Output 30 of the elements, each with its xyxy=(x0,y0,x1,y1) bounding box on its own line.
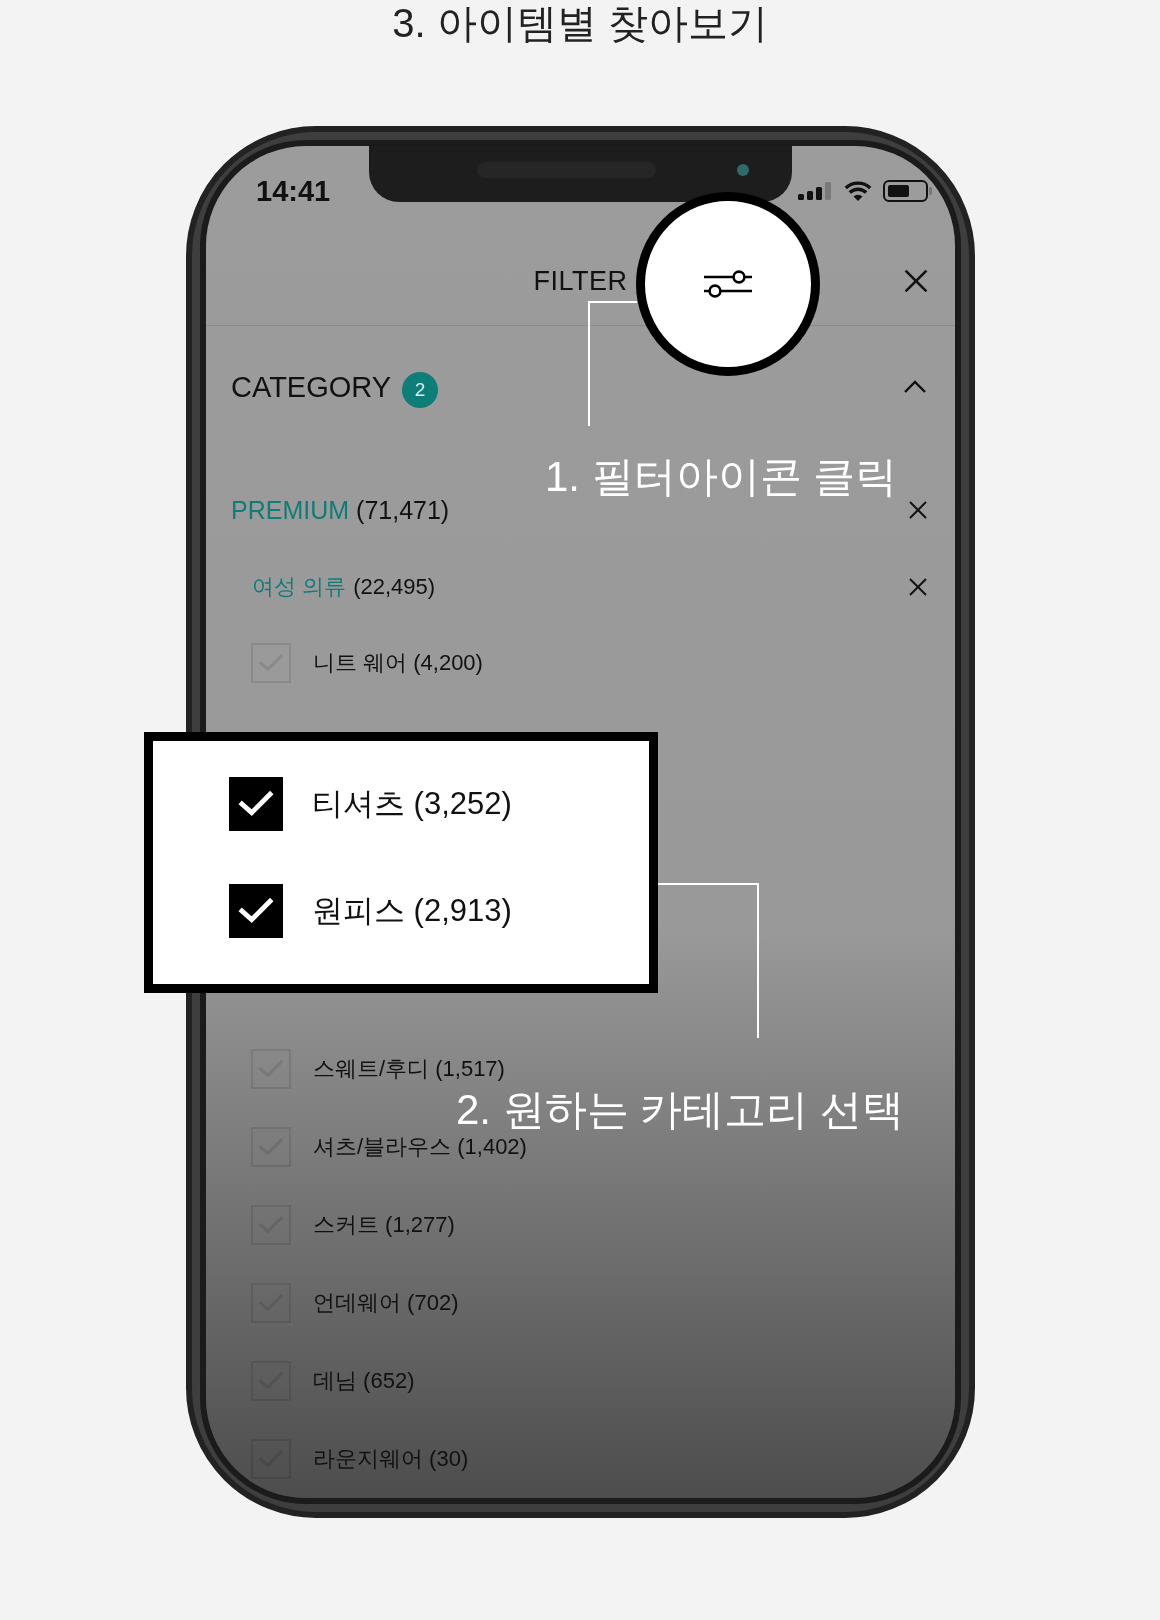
callout-text: 1. 필터아이콘 클릭 xyxy=(545,454,898,500)
option-label: 스웨트/후디 (1,517) xyxy=(313,1056,505,1082)
category-name[interactable]: PREMIUM xyxy=(231,495,350,525)
option-label: 언데웨어 (702) xyxy=(313,1290,459,1316)
sliders-icon xyxy=(703,270,753,298)
category-name[interactable]: 여성 의류 xyxy=(252,573,347,601)
section-title: CATEGORY xyxy=(231,370,392,404)
count-badge: 2 xyxy=(402,372,439,408)
close-icon[interactable] xyxy=(908,577,928,597)
option-label: 티셔츠 (3,252) xyxy=(312,786,512,822)
option-label: 스커트 (1,277) xyxy=(313,1212,455,1238)
option-label: 셔츠/블라우스 (1,402) xyxy=(313,1134,527,1160)
close-icon[interactable] xyxy=(903,267,929,294)
option-label: 라운지웨어 (30) xyxy=(313,1446,469,1472)
checkbox[interactable] xyxy=(229,777,283,831)
page-title: 3. 아이템별 찾아보기 xyxy=(392,0,768,46)
item-count: (22,495) xyxy=(353,573,436,601)
close-icon[interactable] xyxy=(908,500,928,520)
checkbox[interactable] xyxy=(229,884,283,938)
callout-text: 2. 원하는 카테고리 선택 xyxy=(456,1087,905,1133)
signal-icon xyxy=(798,182,833,200)
status-time: 14:41 xyxy=(256,175,331,207)
option-label: 원피스 (2,913) xyxy=(312,893,512,929)
option-label: 니트 웨어 (4,200) xyxy=(313,650,483,676)
header-title: FILTER xyxy=(533,264,628,297)
item-count: (71,471) xyxy=(356,495,450,525)
battery-icon xyxy=(883,180,932,202)
wifi-icon xyxy=(844,181,872,201)
option-label: 데님 (652) xyxy=(313,1368,415,1394)
chevron-icon[interactable] xyxy=(903,380,927,394)
